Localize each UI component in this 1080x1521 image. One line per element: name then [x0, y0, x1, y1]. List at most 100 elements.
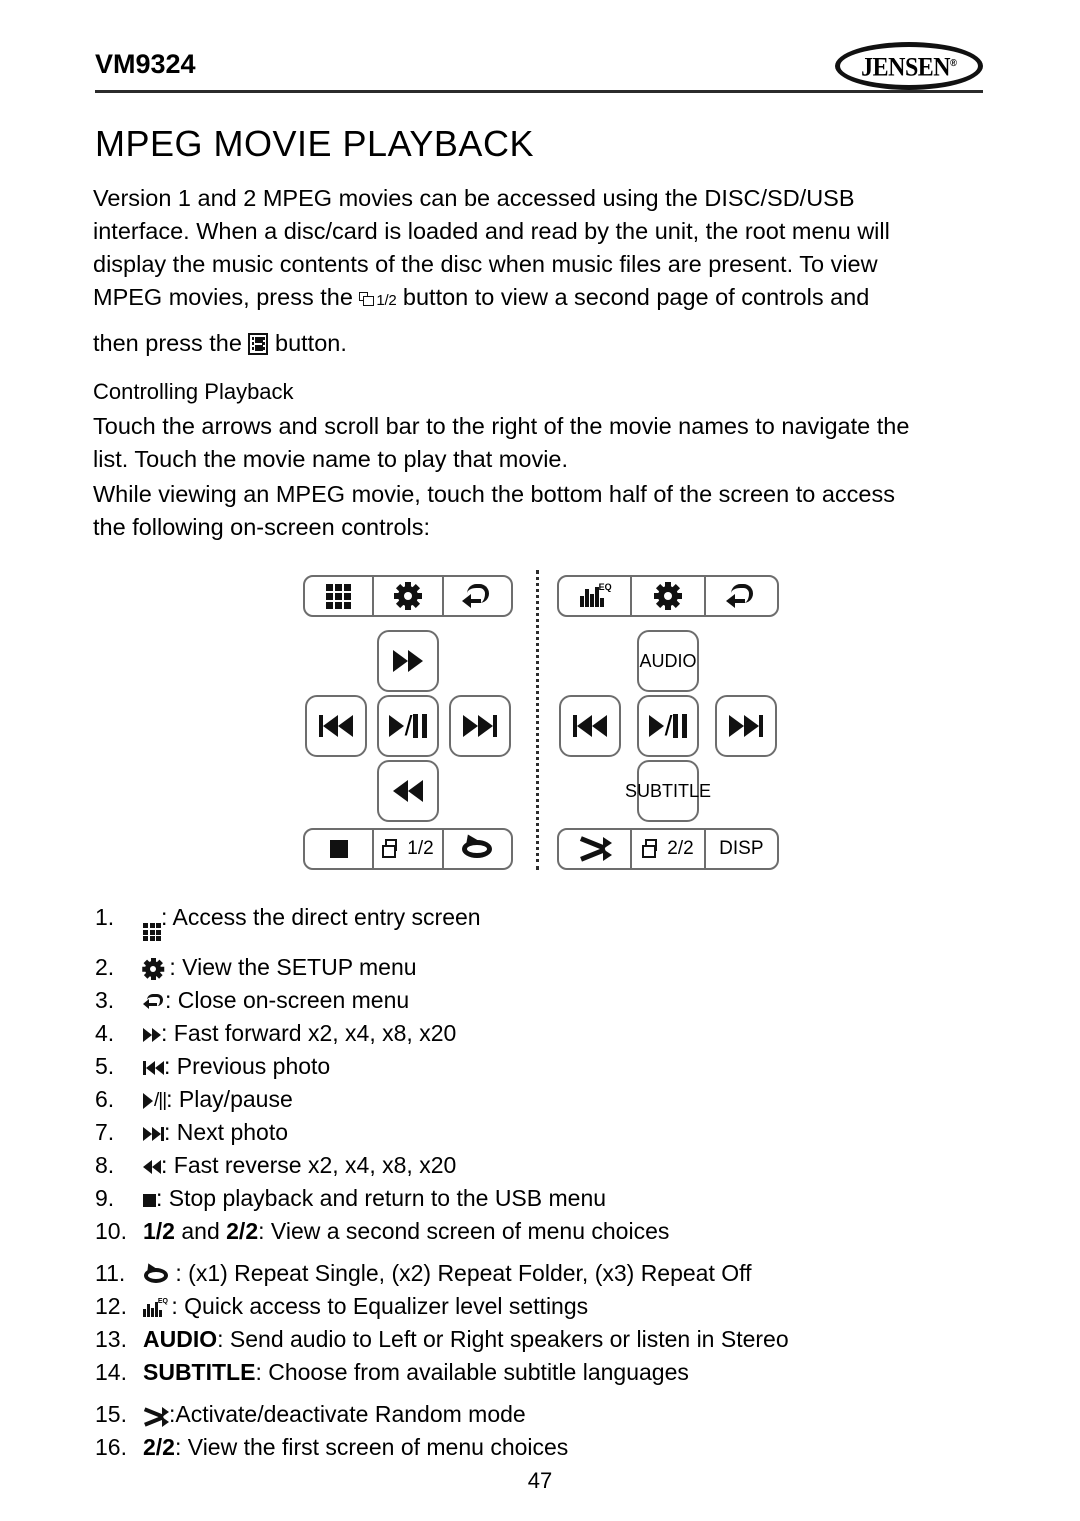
next-track-icon [729, 715, 763, 737]
list-item-number: 7. [95, 1119, 115, 1145]
intro-line-4-before: MPEG movies, press the [93, 284, 353, 310]
list-item-number: 13. [95, 1326, 127, 1352]
display-button[interactable]: DISP [706, 830, 777, 868]
list-item-number: 4. [95, 1020, 115, 1046]
next-button[interactable] [715, 695, 777, 757]
list-item-text: : Fast forward x2, x4, x8, x20 [161, 1020, 457, 1046]
list-item-body: : Fast reverse x2, x4, x8, x20 [143, 1150, 456, 1181]
intro-line-5: then press the button. [93, 327, 985, 360]
list-item-number: 2. [95, 954, 115, 980]
list-item-bold-1: 1/2 [143, 1218, 175, 1244]
intro-line-1: Version 1 and 2 MPEG movies can be acces… [93, 185, 855, 211]
jensen-logo: JENSEN® [835, 42, 983, 90]
page-toggle-button-2[interactable]: 2/2 [632, 830, 706, 868]
random-button[interactable] [559, 830, 633, 868]
close-menu-button[interactable] [444, 577, 511, 615]
return-icon [462, 583, 492, 609]
repeat-icon [143, 1261, 169, 1285]
onscreen-controls-diagram: / 1/2 EQ AUDIO / SUB TITLE 2/2 DISP [95, 570, 985, 870]
next-button[interactable] [449, 695, 511, 757]
list-item-body: EQ : Quick access to Equalizer level set… [143, 1291, 588, 1322]
logo-wordmark: JENSEN® [861, 52, 957, 82]
grid-icon [143, 923, 161, 941]
list-item-body: : Fast forward x2, x4, x8, x20 [143, 1018, 456, 1049]
equalizer-icon: EQ [579, 583, 612, 607]
pages-icon-label: 1/2 [376, 292, 397, 309]
viewing-line-2: the following on-screen controls: [93, 514, 431, 540]
page-toggle-button-1[interactable]: 1/2 [374, 830, 444, 868]
control-panel-page-2: EQ AUDIO / SUB TITLE 2/2 DISP [557, 575, 779, 870]
setup-button[interactable] [374, 577, 444, 615]
list-item-body: /||: Play/pause [143, 1084, 293, 1115]
panel2-bottom-bar: 2/2 DISP [557, 828, 779, 870]
list-item-text: : Previous photo [164, 1053, 331, 1079]
list-item-number: 12. [95, 1293, 127, 1319]
list-item-text: : (x1) Repeat Single, (x2) Repeat Folder… [169, 1260, 752, 1286]
previous-track-icon [573, 715, 607, 737]
list-item-body: SUBTITLE: Choose from available subtitle… [143, 1357, 689, 1388]
list-item-text: : Choose from available subtitle languag… [255, 1359, 689, 1385]
direct-entry-button[interactable] [305, 577, 375, 615]
repeat-icon [460, 831, 494, 861]
list-item-number: 11. [95, 1260, 126, 1286]
list-item: 9. : Stop playback and return to the USB… [95, 1183, 995, 1214]
setup-button[interactable] [632, 577, 706, 615]
gear-icon [654, 582, 683, 610]
play-pause-button[interactable]: / [377, 695, 439, 757]
intro-line-3: display the music contents of the disc w… [93, 251, 878, 277]
list-item-body: : Next photo [143, 1117, 288, 1148]
list-item-body: : (x1) Repeat Single, (x2) Repeat Folder… [143, 1258, 752, 1289]
list-item-text: : Next photo [164, 1119, 289, 1145]
fast-forward-button[interactable] [377, 630, 439, 692]
play-pause-icon: /|| [143, 1091, 167, 1110]
list-item-bold-2: 2/2 [226, 1218, 259, 1244]
list-item: 12. EQ : Quick access to Equalizer level… [95, 1291, 995, 1322]
film-strip-icon [248, 333, 269, 355]
play-pause-button[interactable]: / [637, 695, 699, 757]
equalizer-button[interactable]: EQ [559, 577, 633, 615]
page-header: VM9324 JENSEN® [95, 42, 983, 104]
list-item-number: 10. [95, 1218, 127, 1244]
list-item-text: : Access the direct entry screen [161, 904, 481, 930]
intro-line-2: interface. When a disc/card is loaded an… [93, 218, 890, 244]
viewing-line-1: While viewing an MPEG movie, touch the b… [93, 481, 895, 507]
list-item-number: 15. [95, 1401, 127, 1427]
list-item: 4. : Fast forward x2, x4, x8, x20 [95, 1018, 995, 1049]
repeat-button[interactable] [444, 830, 511, 868]
list-item-number: 16. [95, 1434, 127, 1460]
list-item: 2. : View the SETUP menu [95, 952, 995, 983]
panel2-top-bar: EQ [557, 575, 779, 617]
stop-icon [143, 1194, 156, 1207]
list-item-bold-1: AUDIO [143, 1326, 218, 1352]
previous-button[interactable] [305, 695, 367, 757]
subtitle-button[interactable]: SUB TITLE [625, 760, 711, 822]
intro-line-5-after: button. [275, 330, 347, 356]
gear-icon [142, 958, 165, 980]
controls-legend-list: 1. : Access the direct entry screen 2. :… [95, 900, 995, 1463]
shuffle-icon [578, 836, 612, 862]
previous-button[interactable] [559, 695, 621, 757]
list-item: 10. 1/2 and 2/2: View a second screen of… [95, 1216, 995, 1247]
fast-reverse-button[interactable] [377, 760, 439, 822]
list-item: 7. : Next photo [95, 1117, 995, 1148]
list-item: 13. AUDIO: Send audio to Left or Right s… [95, 1324, 995, 1355]
list-item-body: : Close on-screen menu [143, 985, 409, 1016]
controlling-paragraph: Touch the arrows and scroll bar to the r… [93, 410, 985, 476]
panel1-top-bar [303, 575, 513, 617]
next-track-icon [143, 1127, 164, 1141]
page-number: 47 [527, 1468, 553, 1493]
close-menu-button[interactable] [706, 577, 777, 615]
audio-button[interactable]: AUDIO [637, 630, 699, 692]
list-item-text: : View the SETUP menu [163, 954, 417, 980]
list-item: 16. 2/2: View the first screen of menu c… [95, 1432, 995, 1463]
pages-icon [382, 839, 404, 859]
list-item: 14. SUBTITLE: Choose from available subt… [95, 1357, 995, 1388]
stop-button[interactable] [305, 830, 375, 868]
list-item: 6. /||: Play/pause [95, 1084, 995, 1115]
control-panel-page-1: / 1/2 [303, 575, 513, 870]
model-number: VM9324 [95, 49, 196, 79]
list-item-number: 3. [95, 987, 115, 1013]
list-item-body: :Activate/deactivate Random mode [143, 1399, 526, 1430]
list-item: 8. : Fast reverse x2, x4, x8, x20 [95, 1150, 995, 1181]
registered-trademark-icon: ® [950, 58, 957, 70]
